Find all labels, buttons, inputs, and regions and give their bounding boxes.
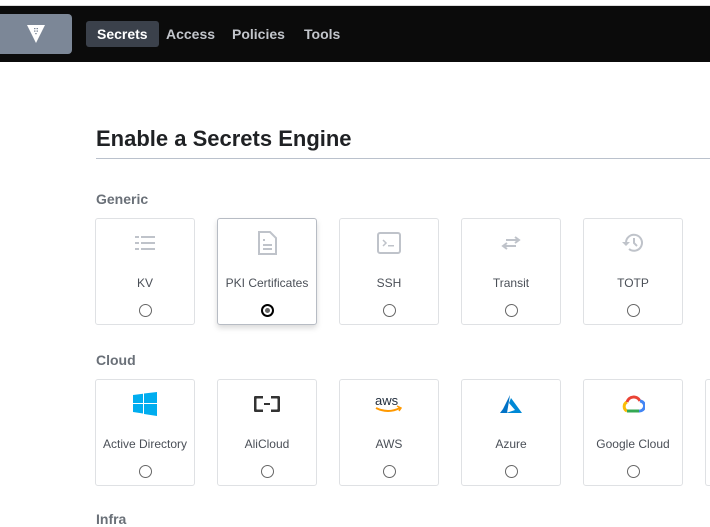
swap-arrows-icon	[462, 231, 560, 255]
engine-radio[interactable]	[261, 465, 274, 478]
page-title: Enable a Secrets Engine	[96, 126, 352, 151]
engine-label: Transit	[492, 276, 530, 290]
engine-card-google-cloud[interactable]: Google Cloud	[583, 379, 683, 486]
nav-access[interactable]: Access	[155, 21, 226, 47]
engine-card-active-directory[interactable]: Active Directory	[95, 379, 195, 486]
windows-logo-icon	[96, 392, 194, 416]
engine-card-kv[interactable]: KV	[95, 218, 195, 325]
aws-logo-icon: aws	[340, 392, 438, 416]
engine-card-alicloud[interactable]: AliCloud	[217, 379, 317, 486]
vault-logo-button[interactable]	[0, 14, 72, 54]
section-infra-title: Infra	[96, 511, 127, 527]
engine-radio[interactable]	[139, 465, 152, 478]
engine-radio[interactable]	[627, 465, 640, 478]
engine-label: TOTP	[617, 276, 649, 290]
engine-card-partial[interactable]	[705, 379, 710, 486]
document-icon	[218, 231, 316, 255]
engine-card-transit[interactable]: Transit	[461, 218, 561, 325]
google-cloud-logo-icon	[584, 392, 682, 416]
engine-label: Google Cloud	[596, 437, 670, 451]
engine-radio[interactable]	[383, 304, 396, 317]
engine-card-ssh[interactable]: SSH	[339, 218, 439, 325]
history-clock-icon	[584, 231, 682, 255]
nav-tools[interactable]: Tools	[293, 21, 351, 47]
engine-label: KV	[136, 276, 153, 290]
title-divider	[96, 158, 710, 159]
alicloud-logo-icon	[218, 392, 316, 416]
engine-radio[interactable]	[139, 304, 152, 317]
terminal-icon	[340, 231, 438, 255]
engine-radio[interactable]	[505, 304, 518, 317]
svg-text:aws: aws	[375, 393, 399, 408]
engine-label: AWS	[375, 437, 403, 451]
nav-policies[interactable]: Policies	[221, 21, 296, 47]
engine-radio[interactable]	[261, 304, 274, 317]
list-icon	[96, 231, 194, 255]
engine-label: Active Directory	[102, 437, 188, 451]
engine-radio[interactable]	[505, 465, 518, 478]
engine-radio[interactable]	[627, 304, 640, 317]
engine-card-aws[interactable]: aws AWS	[339, 379, 439, 486]
engine-label: Azure	[495, 437, 527, 451]
section-cloud-title: Cloud	[96, 352, 136, 368]
vault-logo-icon	[27, 25, 45, 43]
engine-label: AliCloud	[244, 437, 290, 451]
engine-card-totp[interactable]: TOTP	[583, 218, 683, 325]
section-generic-title: Generic	[96, 191, 149, 207]
azure-logo-icon	[462, 392, 560, 416]
nav-secrets[interactable]: Secrets	[86, 21, 159, 47]
engine-card-pki[interactable]: PKI Certificates	[217, 218, 317, 325]
engine-label: PKI Certificates	[225, 276, 309, 290]
engine-card-azure[interactable]: Azure	[461, 379, 561, 486]
engine-label: SSH	[376, 276, 402, 290]
engine-radio[interactable]	[383, 465, 396, 478]
top-navbar: Secrets Access Policies Tools	[0, 6, 710, 62]
